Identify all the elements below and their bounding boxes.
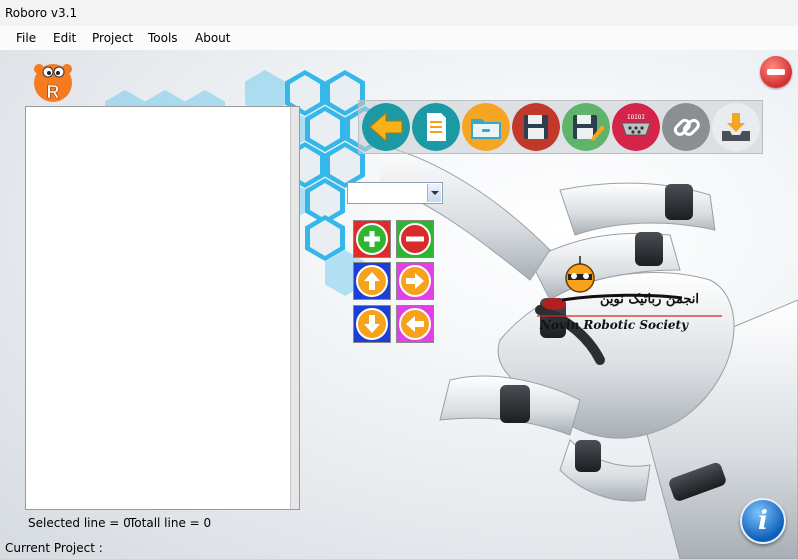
new-document-icon — [412, 103, 460, 151]
menu-file[interactable]: File — [16, 31, 36, 45]
remove-icon — [399, 223, 431, 255]
remove-button[interactable] — [396, 220, 434, 258]
menu-tools[interactable]: Tools — [148, 31, 178, 45]
move-up-icon — [356, 265, 388, 297]
command-listbox[interactable] — [25, 106, 300, 510]
exit-button[interactable] — [760, 56, 792, 88]
move-up-button[interactable] — [353, 262, 391, 300]
command-combo[interactable] — [347, 182, 443, 204]
selected-line-label: Selected line = 0 — [28, 516, 131, 530]
society-name: Novin Robotic Society — [540, 318, 689, 332]
save-as-icon — [562, 103, 610, 151]
link-chain-icon — [662, 103, 710, 151]
move-left-icon — [399, 308, 431, 340]
link-button[interactable] — [662, 103, 710, 151]
new-button[interactable] — [412, 103, 460, 151]
download-tray-icon — [712, 103, 760, 151]
app-logo-icon: R — [34, 64, 72, 102]
save-button[interactable] — [512, 103, 560, 151]
save-as-button[interactable] — [562, 103, 610, 151]
hexagon-shape — [305, 106, 345, 152]
society-name-fa: انجمن رباتیک نوین — [600, 292, 699, 307]
back-button[interactable] — [362, 103, 410, 151]
open-button[interactable] — [462, 103, 510, 151]
save-floppy-icon — [512, 103, 560, 151]
main-area: انجمن رباتیک نوین Novin Robotic Society … — [0, 50, 798, 559]
menu-bar: File Edit Project Tools About — [0, 26, 798, 50]
main-toolbar: IOIOI — [358, 100, 763, 154]
app-window: Roboro v3.1 File Edit Project Tools Abou… — [0, 0, 798, 559]
move-down-button[interactable] — [353, 305, 391, 343]
move-right-icon — [399, 265, 431, 297]
add-button[interactable] — [353, 220, 391, 258]
current-project-label: Current Project : — [5, 541, 103, 555]
serial-button[interactable]: IOIOI — [612, 103, 660, 151]
window-title: Roboro v3.1 — [5, 6, 78, 20]
open-folder-icon — [462, 103, 510, 151]
info-button[interactable]: i — [740, 498, 786, 544]
menu-project[interactable]: Project — [92, 31, 133, 45]
logo-letter: R — [47, 82, 60, 102]
serial-label: IOIOI — [627, 114, 645, 121]
move-down-icon — [356, 308, 388, 340]
add-icon — [356, 223, 388, 255]
info-icon: i — [758, 506, 768, 536]
title-bar: Roboro v3.1 — [0, 0, 798, 26]
move-left-button[interactable] — [396, 305, 434, 343]
menu-about[interactable]: About — [195, 31, 230, 45]
menu-edit[interactable]: Edit — [53, 31, 76, 45]
serial-port-icon: IOIOI — [612, 103, 660, 151]
chevron-down-icon[interactable] — [427, 184, 441, 202]
total-line-label: Totall line = 0 — [129, 516, 212, 530]
download-button[interactable] — [712, 103, 760, 151]
back-arrow-icon — [362, 103, 410, 151]
move-right-button[interactable] — [396, 262, 434, 300]
